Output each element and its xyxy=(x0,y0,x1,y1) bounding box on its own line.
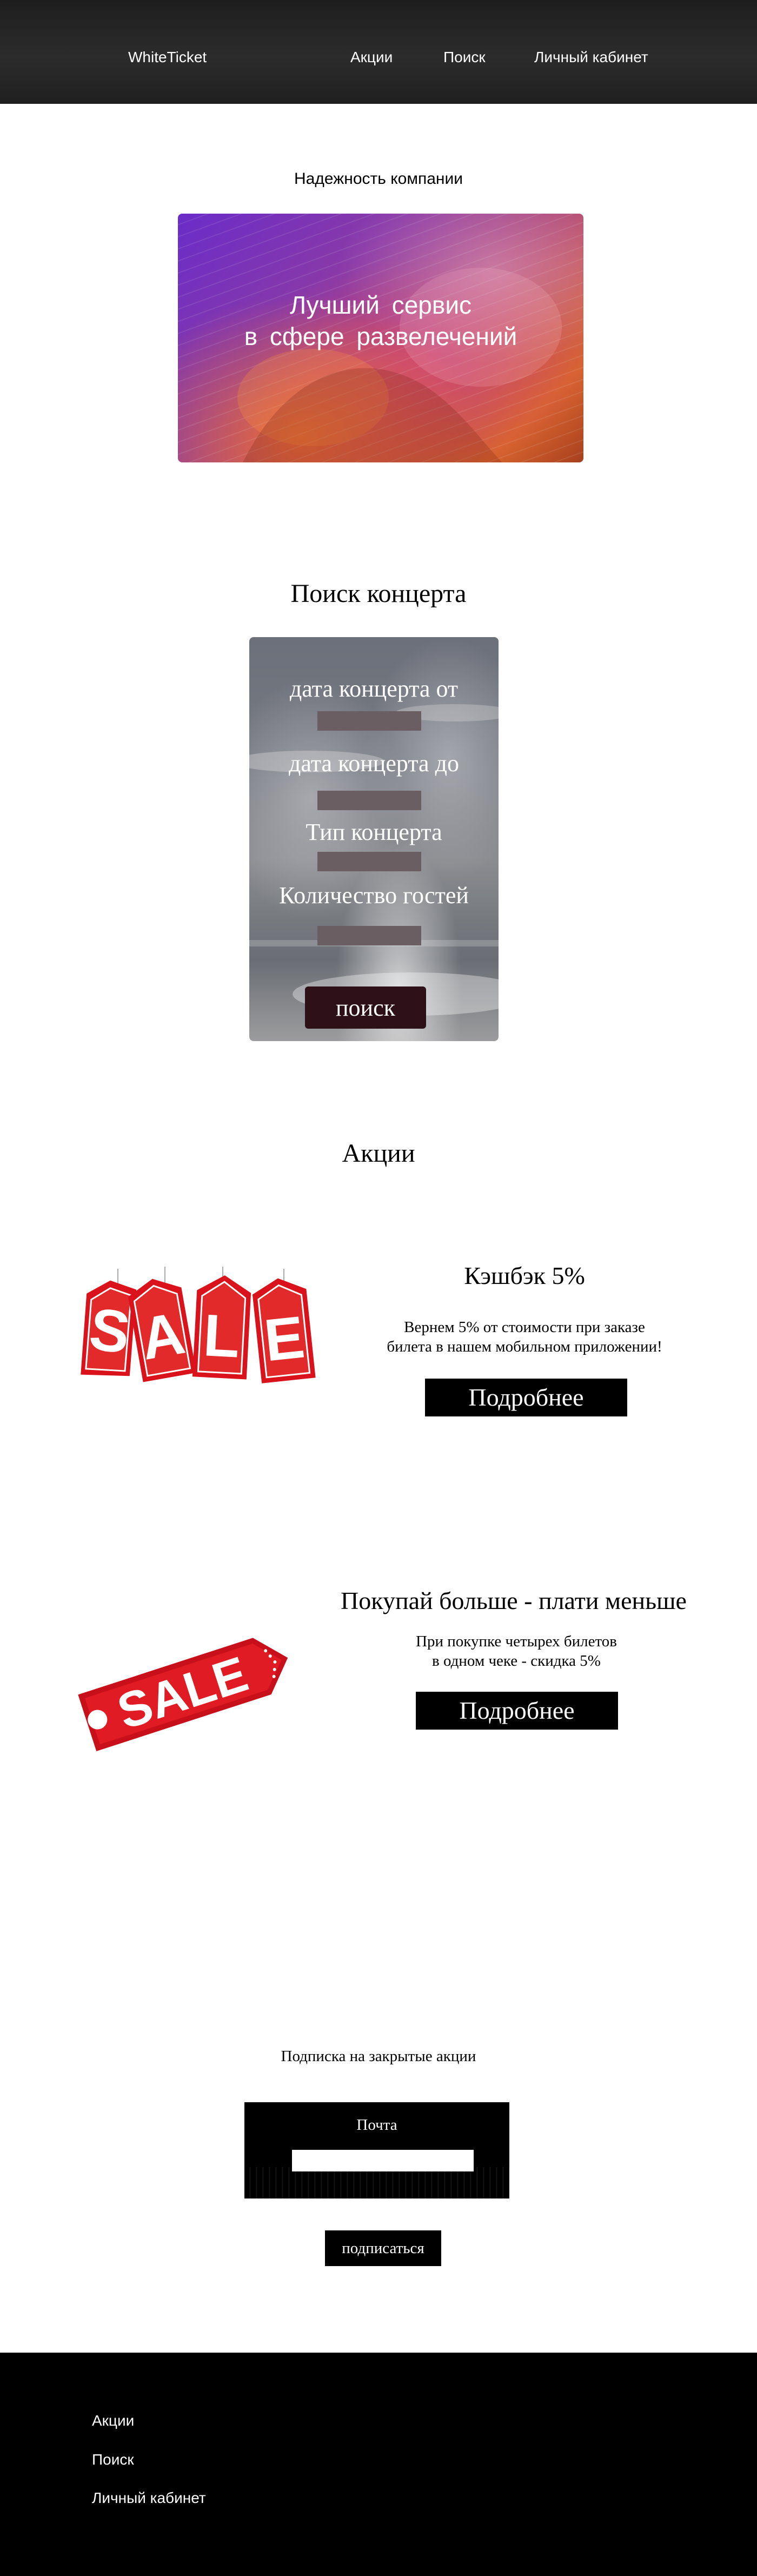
promo-buy-more-details-button[interactable]: Подробнее xyxy=(416,1692,618,1730)
promotions-section-title: Акции xyxy=(342,1139,415,1168)
nav-link-promotions[interactable]: Акции xyxy=(350,49,393,66)
site-header: WhiteTicket Акции Поиск Личный кабинет xyxy=(0,0,757,104)
svg-text:E: E xyxy=(261,1303,308,1374)
reliability-heading: Надежность компании xyxy=(294,170,463,188)
email-label: Почта xyxy=(356,2116,397,2134)
promo-buy-more-desc-line1: При покупке четырех билетов xyxy=(416,1633,617,1650)
concert-type-input[interactable] xyxy=(317,852,421,871)
hero-banner: Лучший сервис в сфере развелечений xyxy=(178,214,583,462)
site-logo[interactable]: WhiteTicket xyxy=(128,49,207,66)
search-section-title: Поиск концерта xyxy=(290,579,467,608)
sale-tag-icon: SALE xyxy=(78,1638,288,1752)
site-footer: Акции Поиск Личный кабинет xyxy=(0,2353,757,2576)
promo-cashback-title: Кэшбэк 5% xyxy=(464,1262,585,1289)
date-to-input[interactable] xyxy=(317,791,421,810)
subscribe-form: Почта xyxy=(244,2102,509,2198)
guests-count-input[interactable] xyxy=(317,926,421,945)
sale-tag-text: SALE xyxy=(111,1646,254,1740)
hero-tagline-line1: Лучший сервис xyxy=(289,291,472,319)
search-form: дата концерта от дата концерта до Тип ко… xyxy=(249,637,499,1041)
nav-link-account[interactable]: Личный кабинет xyxy=(534,49,648,66)
email-input[interactable] xyxy=(292,2150,474,2171)
promo-buy-more-description: При покупке четырех билетов в одном чеке… xyxy=(346,1632,687,1671)
svg-text:L: L xyxy=(202,1302,242,1370)
guests-count-label: Количество гостей xyxy=(279,882,469,909)
footer-link-promotions[interactable]: Акции xyxy=(92,2412,134,2429)
footer-link-search[interactable]: Поиск xyxy=(92,2451,134,2468)
date-from-label: дата концерта от xyxy=(289,676,459,702)
promo-buy-more-desc-line2: в одном чеке - скидка 5% xyxy=(432,1652,601,1670)
date-to-label: дата концерта до xyxy=(289,750,459,777)
footer-link-account[interactable]: Личный кабинет xyxy=(92,2489,206,2507)
promo-cashback-desc-line2: билета в нашем мобильном приложении! xyxy=(387,1338,662,1355)
concert-type-label: Тип концерта xyxy=(306,819,442,845)
subscribe-section-title: Подписка на закрытые акции xyxy=(281,2048,476,2065)
promo-cashback-desc-line1: Вернем 5% от стоимости при заказе xyxy=(404,1319,645,1336)
hero-tagline: Лучший сервис в сфере развелечений xyxy=(178,289,583,352)
nav-link-search[interactable]: Поиск xyxy=(443,49,486,66)
search-button[interactable]: поиск xyxy=(305,986,426,1029)
promo-buy-more-title: Покупай больше - плати меньше xyxy=(341,1587,687,1614)
sale-tags-icon: S A L E xyxy=(81,1267,316,1383)
date-from-input[interactable] xyxy=(317,711,421,731)
promo-cashback-description: Вернем 5% от стоимости при заказе билета… xyxy=(351,1317,698,1356)
subscribe-button[interactable]: подписаться xyxy=(325,2230,441,2266)
hero-tagline-line2: в сфере развелечений xyxy=(244,322,517,350)
promo-cashback-details-button[interactable]: Подробнее xyxy=(425,1379,627,1416)
